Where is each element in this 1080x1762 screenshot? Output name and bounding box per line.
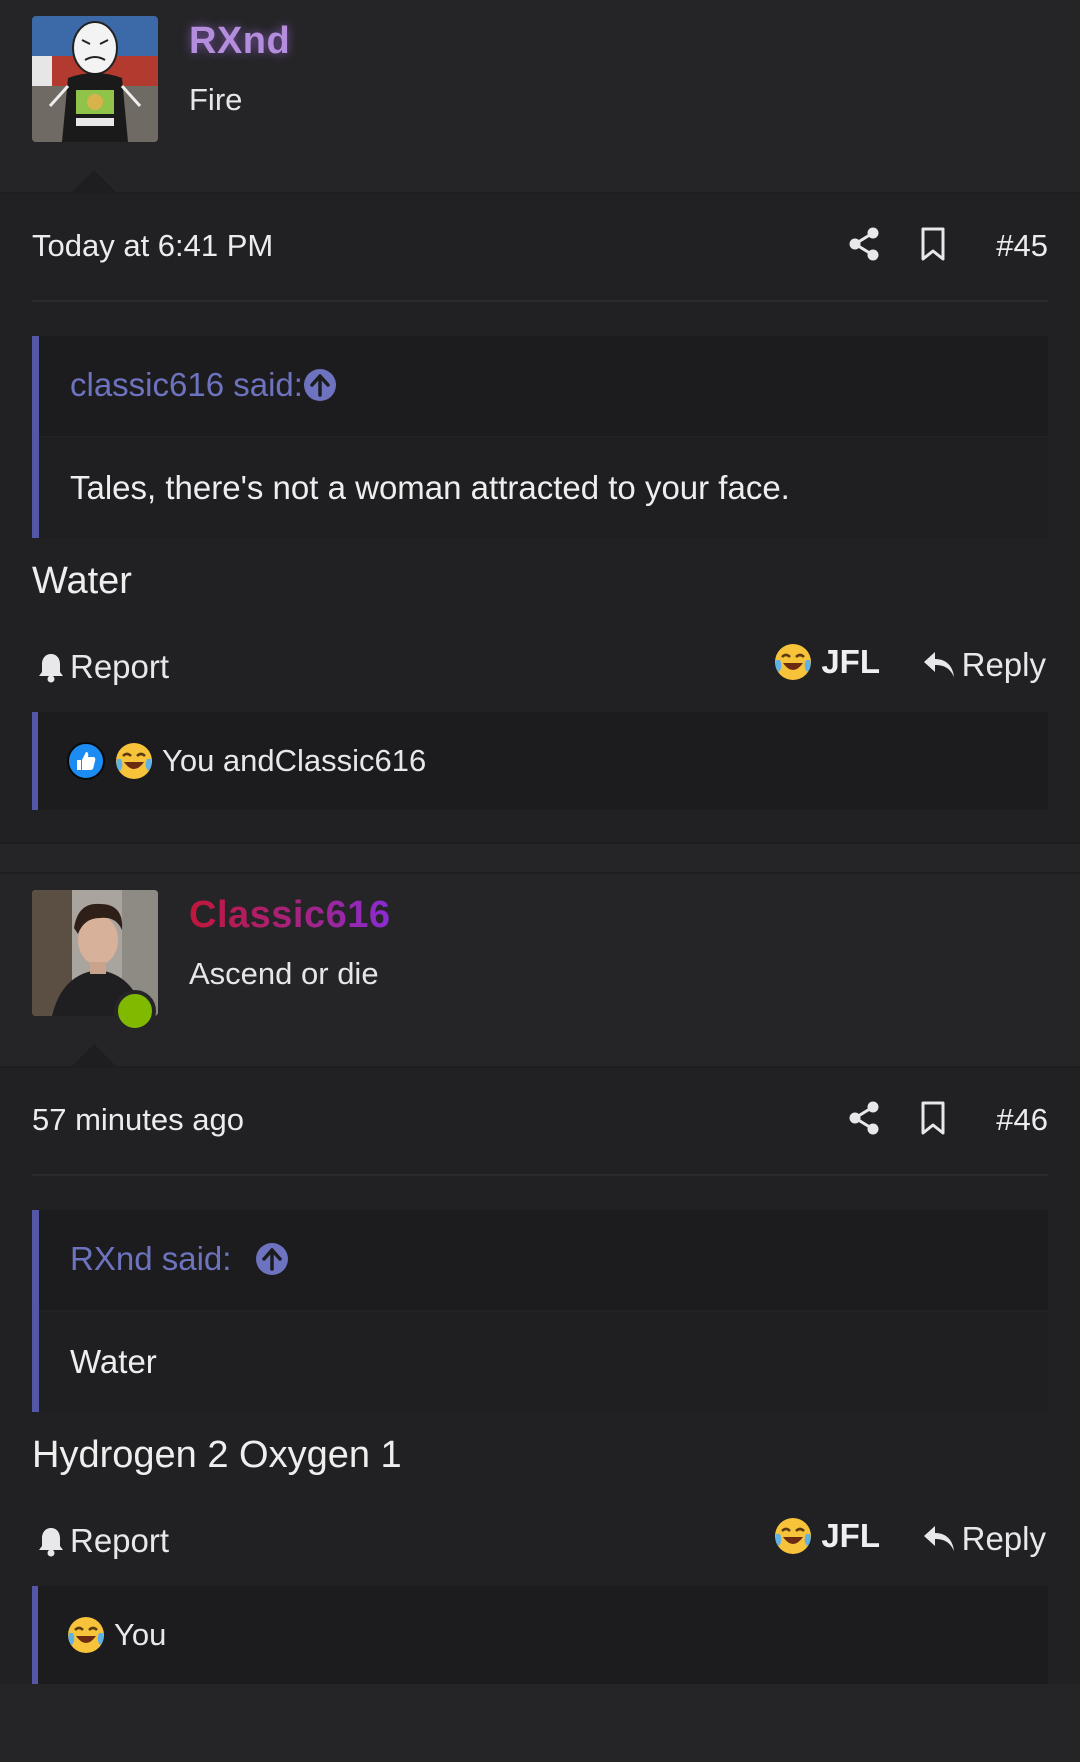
user-header: Classic616 Ascend or die: [0, 874, 1080, 1068]
user-title: Fire: [189, 82, 243, 117]
share-icon[interactable]: [846, 1100, 882, 1136]
reactions-bar[interactable]: You andClassic616: [32, 712, 1048, 810]
quote-block: classic616 said: Tales, there's not a wo…: [32, 336, 1048, 538]
online-status-indicator: [114, 990, 156, 1032]
bell-icon: [39, 1528, 63, 1557]
post-45: RXnd Fire Today at 6:41 PM #45 classic61…: [0, 0, 1080, 842]
quote-header: RXnd said:: [39, 1210, 1048, 1312]
post-meta-bar: 57 minutes ago #46: [32, 1068, 1048, 1176]
reply-label: Reply: [961, 646, 1046, 683]
avatar[interactable]: [32, 16, 158, 142]
reactions-bar[interactable]: You: [32, 1586, 1048, 1684]
post-timestamp[interactable]: Today at 6:41 PM: [32, 228, 273, 264]
share-icon[interactable]: [846, 226, 882, 262]
jfl-reaction-button[interactable]: JFL: [773, 1516, 880, 1556]
header-arrow: [70, 170, 118, 194]
quote-header: classic616 said:: [39, 336, 1048, 438]
quote-author[interactable]: classic616 said:: [70, 366, 303, 404]
quote-block: RXnd said: Water: [32, 1210, 1048, 1412]
quote-text: Water: [39, 1312, 1048, 1412]
quote-author[interactable]: RXnd said:: [70, 1240, 231, 1278]
arrow-up-circle-icon[interactable]: [255, 1242, 289, 1276]
reactions-text[interactable]: You andClassic616: [162, 743, 426, 779]
laughing-crying-emoji-icon: [775, 1518, 812, 1554]
post-message: Water: [32, 560, 132, 602]
post-number[interactable]: #45: [996, 228, 1048, 264]
quote-text: Tales, there's not a woman attracted to …: [39, 438, 1048, 538]
post-actions: Report JFL Reply: [32, 1490, 1048, 1586]
user-header: RXnd Fire: [0, 0, 1080, 194]
report-label: Report: [70, 1522, 170, 1559]
header-arrow: [70, 1044, 118, 1068]
post-number[interactable]: #46: [996, 1102, 1048, 1138]
reply-arrow-icon: [923, 652, 954, 677]
reply-label: Reply: [961, 1520, 1046, 1557]
jfl-reaction-button[interactable]: JFL: [773, 642, 880, 682]
like-thumb-icon: [67, 742, 105, 780]
report-label: Report: [70, 648, 170, 685]
reply-button[interactable]: Reply: [922, 1520, 1046, 1558]
reply-button[interactable]: Reply: [922, 646, 1046, 684]
username[interactable]: RXnd: [189, 20, 290, 63]
post-body: Today at 6:41 PM #45 classic616 said: Ta…: [0, 194, 1080, 842]
post-meta-bar: Today at 6:41 PM #45: [32, 194, 1048, 302]
spacer: [0, 810, 1080, 842]
arrow-up-circle-icon[interactable]: [303, 368, 337, 402]
avatar-image-rxnd: [32, 16, 158, 142]
bookmark-icon[interactable]: [916, 226, 950, 262]
post-message: Hydrogen 2 Oxygen 1: [32, 1434, 402, 1476]
laughing-crying-emoji-icon: [775, 644, 812, 680]
laughing-crying-emoji-icon: [68, 1617, 104, 1653]
post-timestamp[interactable]: 57 minutes ago: [32, 1102, 244, 1138]
username[interactable]: Classic616: [189, 894, 391, 937]
laughing-crying-emoji-icon: [116, 743, 152, 779]
bookmark-icon[interactable]: [916, 1100, 950, 1136]
post-separator: [0, 842, 1080, 874]
reactions-text[interactable]: You: [114, 1617, 166, 1653]
report-button[interactable]: Report: [36, 1522, 169, 1560]
jfl-label: JFL: [821, 643, 880, 680]
bell-icon: [39, 654, 63, 683]
user-title: Ascend or die: [189, 956, 379, 991]
reply-arrow-icon: [923, 1526, 954, 1551]
jfl-label: JFL: [821, 1517, 880, 1554]
post-actions: Report JFL Reply: [32, 616, 1048, 712]
report-button[interactable]: Report: [36, 648, 169, 686]
post-body: 57 minutes ago #46 RXnd said: Water Hydr…: [0, 1068, 1080, 1684]
post-46: Classic616 Ascend or die 57 minutes ago …: [0, 874, 1080, 1684]
